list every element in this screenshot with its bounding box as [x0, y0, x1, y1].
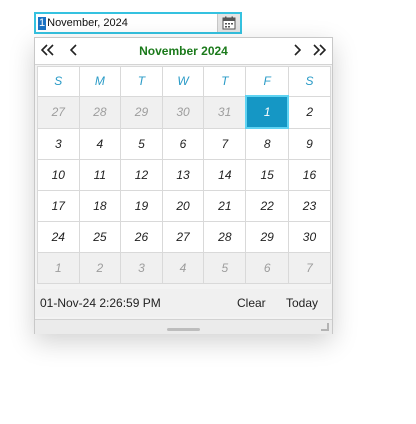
day-cell[interactable]: 14 [203, 159, 247, 191]
prev-month-button[interactable] [66, 42, 82, 58]
adjacent-month-day-cell[interactable]: 3 [120, 252, 163, 284]
adjacent-month-day-cell[interactable]: 28 [78, 95, 122, 129]
day-cell[interactable]: 10 [37, 159, 80, 191]
date-input-text: November, 2024 [47, 17, 128, 29]
weekday-label: S [287, 66, 332, 97]
next-year-button[interactable] [311, 42, 327, 58]
weekday-label: T [120, 66, 163, 97]
adjacent-month-day-cell[interactable]: 27 [37, 95, 80, 129]
adjacent-month-day-cell[interactable]: 2 [78, 252, 122, 284]
weekday-label: M [78, 66, 122, 97]
day-cell[interactable]: 25 [78, 221, 122, 253]
next-month-button[interactable] [289, 42, 305, 58]
weekday-label: S [37, 66, 80, 97]
day-cell[interactable]: 12 [120, 159, 163, 191]
day-cell[interactable]: 16 [287, 159, 332, 191]
week-row: 17 18 19 20 21 22 23 [37, 190, 332, 222]
day-cell[interactable]: 20 [161, 190, 205, 222]
adjacent-month-day-cell[interactable]: 29 [120, 95, 163, 129]
weekday-header-row: SMTWTFS [37, 66, 332, 97]
day-segment[interactable]: 1 [38, 16, 47, 30]
calendar-dropdown-button[interactable] [217, 14, 240, 32]
week-row: 27 28 29 30 31 1 2 [37, 95, 332, 129]
adjacent-month-day-cell[interactable]: 6 [245, 252, 289, 284]
day-cell[interactable]: 27 [161, 221, 205, 253]
day-cell[interactable]: 8 [245, 127, 289, 160]
double-chevron-left-icon [41, 44, 54, 56]
day-cell[interactable]: 15 [245, 159, 289, 191]
date-input-field[interactable]: 1 November, 2024 [34, 12, 242, 34]
selected-day-cell[interactable]: 1 [244, 95, 290, 129]
calendar-grid: SMTWTFS 27 28 29 30 31 1 2 3 4 5 6 7 8 9 10 11 12 13 14 15 1… [37, 66, 332, 284]
day-cell[interactable]: 2 [287, 95, 332, 129]
week-row: 24 25 26 27 28 29 30 [37, 221, 332, 253]
day-cell[interactable]: 18 [78, 190, 122, 222]
current-timestamp: 01-Nov-24 2:26:59 PM [40, 296, 161, 310]
week-row: 10 11 12 13 14 15 16 [37, 159, 332, 191]
prev-year-button[interactable] [40, 42, 56, 58]
week-row: 1234567 [37, 252, 332, 284]
day-cell[interactable]: 22 [245, 190, 289, 222]
clear-button[interactable]: Clear [237, 296, 266, 310]
adjacent-month-day-cell[interactable]: 5 [203, 252, 247, 284]
day-cell[interactable]: 28 [203, 221, 247, 253]
adjacent-month-day-cell[interactable]: 30 [161, 95, 205, 129]
calendar-icon [222, 16, 236, 30]
weekday-label: W [161, 66, 205, 97]
day-cell[interactable]: 23 [287, 190, 332, 222]
day-cell[interactable]: 3 [37, 127, 80, 160]
day-cell[interactable]: 21 [203, 190, 247, 222]
day-cell[interactable]: 19 [120, 190, 163, 222]
resize-bar[interactable] [35, 319, 332, 334]
chevron-left-icon [70, 44, 77, 56]
day-cell[interactable]: 30 [287, 221, 332, 253]
day-cell[interactable]: 29 [245, 221, 289, 253]
adjacent-month-day-cell[interactable]: 7 [287, 252, 332, 284]
day-cell[interactable]: 9 [287, 127, 332, 160]
day-cell[interactable]: 7 [203, 127, 247, 160]
month-year-title[interactable]: November 2024 [95, 44, 272, 58]
weekday-label: T [203, 66, 247, 97]
day-cell[interactable]: 13 [161, 159, 205, 191]
day-cell[interactable]: 4 [78, 127, 122, 160]
adjacent-month-day-cell[interactable]: 4 [161, 252, 205, 284]
resize-corner-icon[interactable] [321, 323, 329, 331]
day-cell[interactable]: 26 [120, 221, 163, 253]
week-row: 3456789 [37, 127, 332, 160]
day-cell[interactable]: 6 [161, 127, 205, 160]
calendar-popup: November 2024 SMTWTFS 27 28 29 30 31 1 2 3 4 5 6 7 8… [34, 37, 333, 334]
double-chevron-right-icon [313, 44, 326, 56]
today-button[interactable]: Today [286, 296, 318, 310]
day-cell[interactable]: 24 [37, 221, 80, 253]
adjacent-month-day-cell[interactable]: 1 [37, 252, 80, 284]
chevron-right-icon [294, 44, 301, 56]
weekday-label: F [245, 66, 289, 97]
resize-grip[interactable] [167, 328, 200, 331]
day-cell[interactable]: 5 [120, 127, 163, 160]
calendar-footer: 01-Nov-24 2:26:59 PM Clear Today [35, 289, 332, 317]
calendar-header: November 2024 [35, 38, 332, 65]
adjacent-month-day-cell[interactable]: 31 [203, 95, 247, 129]
day-cell[interactable]: 11 [78, 159, 122, 191]
day-cell[interactable]: 17 [37, 190, 80, 222]
